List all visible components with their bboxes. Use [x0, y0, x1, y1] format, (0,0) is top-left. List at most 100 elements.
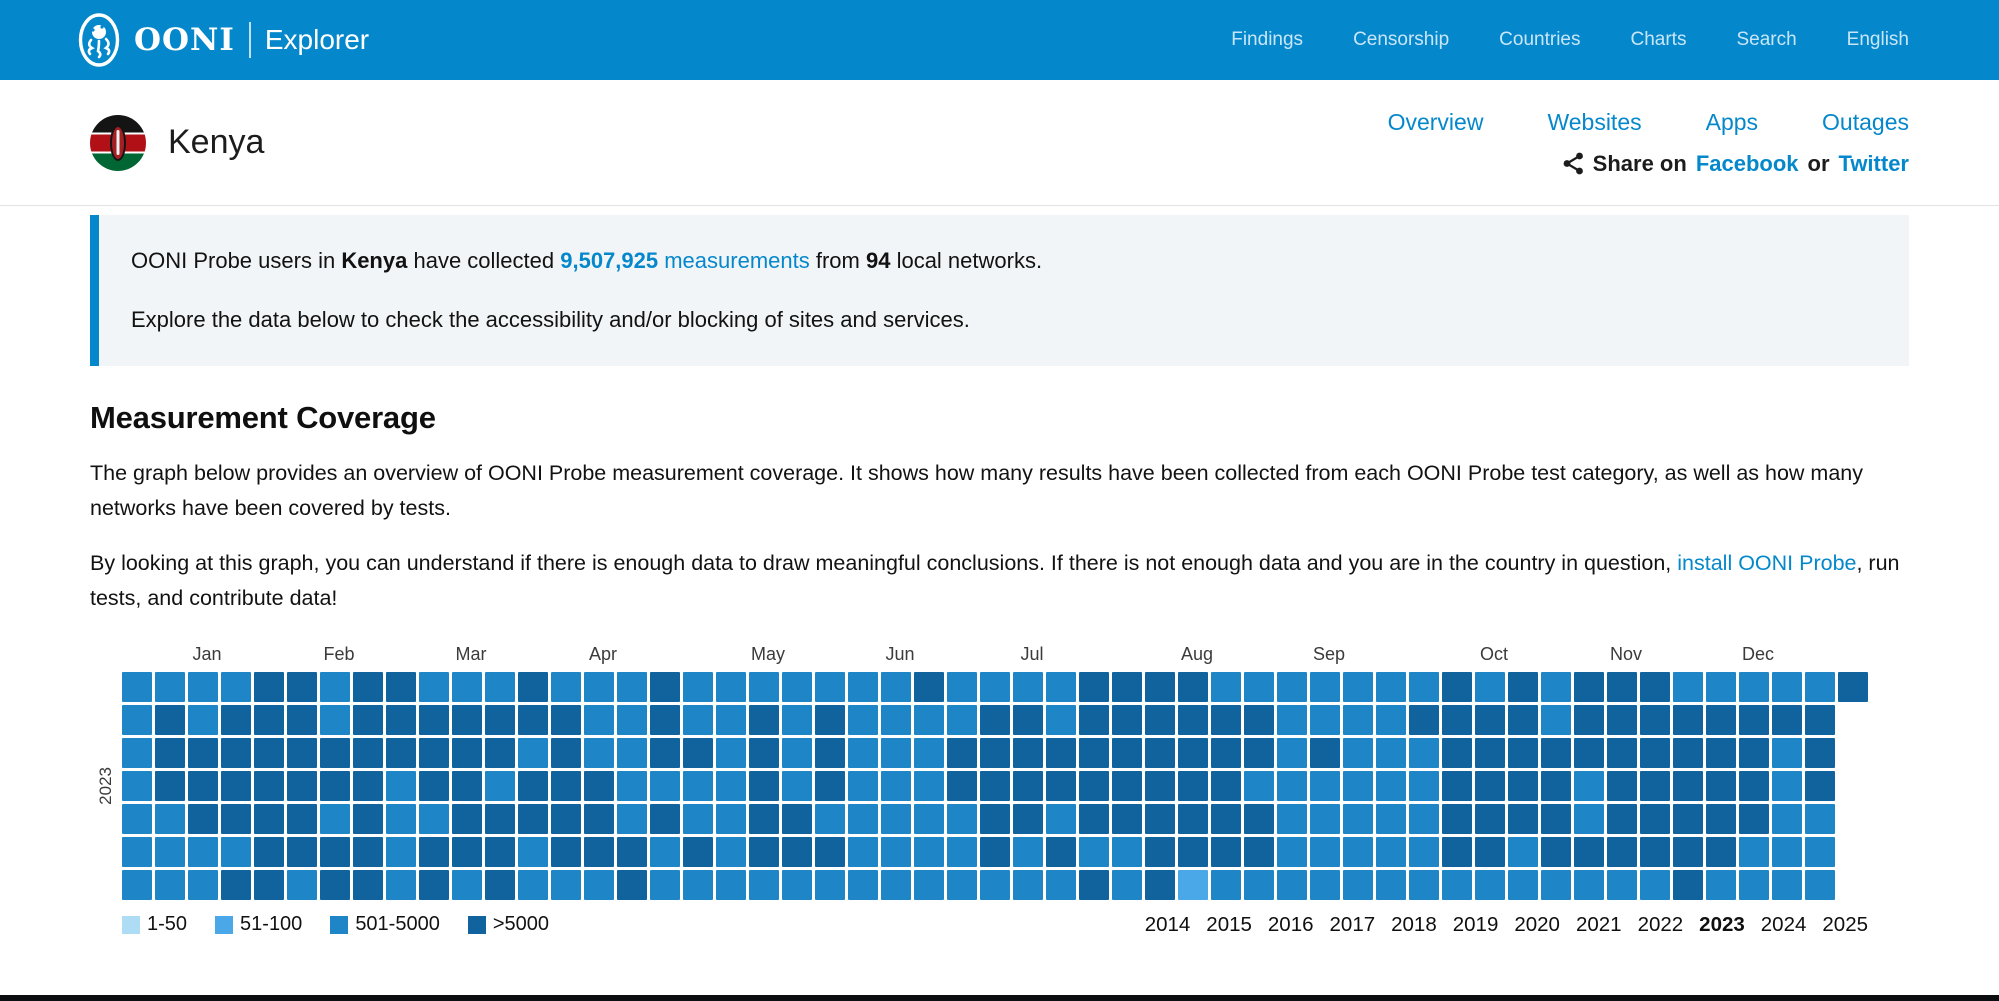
brand[interactable]: OONI Explorer — [78, 13, 369, 67]
heatmap-cell — [782, 837, 812, 867]
tab-overview[interactable]: Overview — [1388, 109, 1484, 136]
share-twitter-link[interactable]: Twitter — [1839, 151, 1909, 177]
install-ooni-probe-link[interactable]: install OONI Probe — [1677, 551, 1856, 575]
month-label-apr: Apr — [589, 644, 617, 665]
heatmap-cell — [1145, 837, 1175, 867]
footer-top-edge — [0, 995, 1999, 1001]
heatmap-cell — [848, 771, 878, 801]
nav-item-charts[interactable]: Charts — [1631, 29, 1687, 51]
heatmap-cell — [1508, 771, 1538, 801]
heatmap-cell — [452, 837, 482, 867]
heatmap-cell — [815, 738, 845, 768]
heatmap-cell — [650, 771, 680, 801]
year-item-2024[interactable]: 2024 — [1761, 913, 1807, 937]
tab-outages[interactable]: Outages — [1822, 109, 1909, 136]
heatmap-cell — [1640, 837, 1670, 867]
heatmap-cell — [1673, 870, 1703, 900]
year-item-2014[interactable]: 2014 — [1145, 913, 1191, 937]
heatmap-cell — [485, 837, 515, 867]
heatmap-cell — [1112, 771, 1142, 801]
heatmap-cell — [386, 672, 416, 702]
measurement-count-link[interactable]: 9,507,925 — [560, 248, 658, 273]
heatmap-cell — [1706, 804, 1736, 834]
legend-item-51-100: 51-100 — [215, 913, 302, 936]
heatmap-cell — [617, 870, 647, 900]
heatmap-cell — [518, 771, 548, 801]
tab-apps[interactable]: Apps — [1706, 109, 1758, 136]
year-item-2019[interactable]: 2019 — [1453, 913, 1499, 937]
nav-item-findings[interactable]: Findings — [1231, 29, 1303, 51]
heatmap-cell — [1145, 804, 1175, 834]
heatmap-cell — [1508, 738, 1538, 768]
heatmap-cell — [980, 771, 1010, 801]
nav-item-search[interactable]: Search — [1736, 29, 1796, 51]
measurements-link[interactable]: measurements — [658, 248, 810, 273]
heatmap-cell — [749, 738, 779, 768]
heatmap-cell — [419, 738, 449, 768]
heatmap-cell — [287, 738, 317, 768]
heatmap-cell — [155, 870, 185, 900]
nav-item-countries[interactable]: Countries — [1499, 29, 1580, 51]
heatmap-cell — [980, 870, 1010, 900]
heatmap-cell — [1079, 738, 1109, 768]
heatmap-cell — [1409, 870, 1439, 900]
heatmap-cell — [716, 672, 746, 702]
heatmap-cell — [782, 738, 812, 768]
year-item-2017[interactable]: 2017 — [1330, 913, 1376, 937]
heatmap-cell — [1145, 771, 1175, 801]
heatmap-cell — [749, 870, 779, 900]
share-facebook-link[interactable]: Facebook — [1696, 151, 1799, 177]
heatmap-cell — [1640, 804, 1670, 834]
heatmap-cell — [584, 870, 614, 900]
year-item-2022[interactable]: 2022 — [1638, 913, 1684, 937]
heatmap-cell — [584, 705, 614, 735]
nav-item-censorship[interactable]: Censorship — [1353, 29, 1449, 51]
heatmap-cell — [1805, 804, 1835, 834]
heatmap-cell — [1244, 804, 1274, 834]
brand-name: OONI — [134, 22, 235, 58]
heatmap-cell — [716, 771, 746, 801]
heatmap-cell — [1508, 672, 1538, 702]
heatmap-cell — [353, 870, 383, 900]
year-item-2018[interactable]: 2018 — [1391, 913, 1437, 937]
heatmap-cell — [1277, 870, 1307, 900]
heatmap-cell — [1607, 672, 1637, 702]
legend-item-1-50: 1-50 — [122, 913, 187, 936]
year-item-2021[interactable]: 2021 — [1576, 913, 1622, 937]
heatmap-cell — [980, 804, 1010, 834]
tab-websites[interactable]: Websites — [1547, 109, 1641, 136]
heatmap-cell — [1211, 705, 1241, 735]
main-content: OONI Probe users in Kenya have collected… — [0, 215, 1999, 937]
heatmap-cell — [1772, 837, 1802, 867]
year-item-2015[interactable]: 2015 — [1206, 913, 1252, 937]
heatmap-cell — [716, 804, 746, 834]
heatmap-cell — [716, 837, 746, 867]
heatmap-cell — [122, 837, 152, 867]
heatmap-cell — [1211, 870, 1241, 900]
heatmap-cell — [1178, 738, 1208, 768]
heatmap-cell — [1343, 672, 1373, 702]
heatmap-cell — [1541, 837, 1571, 867]
heatmap-cell — [386, 771, 416, 801]
heatmap-cell — [386, 804, 416, 834]
heatmap-cell — [1310, 705, 1340, 735]
heatmap-cell — [1277, 738, 1307, 768]
heatmap-cell — [1013, 771, 1043, 801]
year-item-2023[interactable]: 2023 — [1699, 913, 1745, 937]
heatmap-cell — [1541, 672, 1571, 702]
month-label-jan: Jan — [192, 644, 221, 665]
heatmap-cell — [1475, 870, 1505, 900]
heatmap-cell — [815, 705, 845, 735]
year-item-2020[interactable]: 2020 — [1514, 913, 1560, 937]
heatmap-cell — [254, 672, 284, 702]
heatmap-cell — [584, 837, 614, 867]
heatmap-cell — [122, 738, 152, 768]
year-selector: 2014 2015 2016 2017 2018 2019 2020 2021 2022 2023… — [1145, 913, 1868, 937]
heatmap-cell — [221, 705, 251, 735]
year-item-2025[interactable]: 2025 — [1822, 913, 1868, 937]
heatmap-cell — [683, 771, 713, 801]
nav-item-english[interactable]: English — [1847, 29, 1909, 51]
heatmap-cell — [782, 771, 812, 801]
year-item-2016[interactable]: 2016 — [1268, 913, 1314, 937]
heatmap-cell — [617, 804, 647, 834]
